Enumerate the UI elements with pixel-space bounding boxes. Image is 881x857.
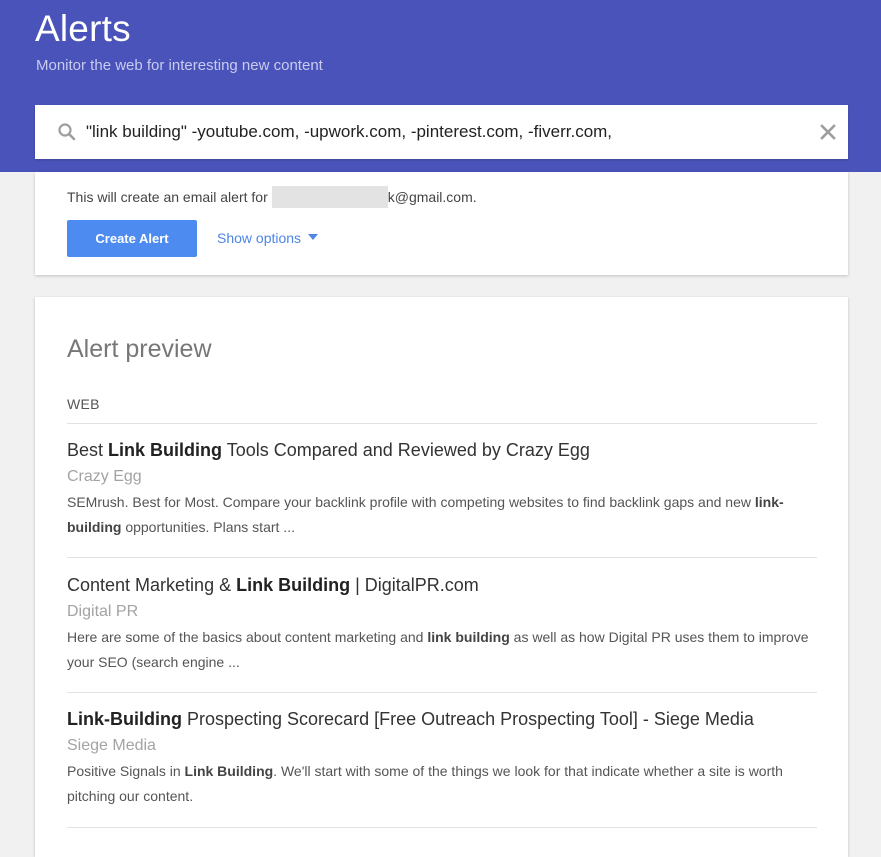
create-alert-card: This will create an email alert for k@gma… (35, 172, 848, 275)
text-fragment: Content Marketing & (67, 575, 237, 595)
caret-down-icon (308, 234, 319, 241)
divider (67, 423, 817, 424)
show-options-link[interactable]: Show options (217, 230, 319, 246)
text-fragment: Positive Signals in (67, 763, 185, 779)
divider (67, 827, 817, 828)
text-fragment: Tools Compared and Reviewed by Crazy Egg (222, 440, 590, 460)
text-fragment: Best (67, 440, 109, 460)
result-item: Content Marketing & Link Building | Digi… (67, 573, 817, 675)
text-fragment: | DigitalPR.com (350, 575, 479, 595)
highlighted-keyword: Link Building (236, 575, 351, 595)
result-title[interactable]: Content Marketing & Link Building | Digi… (67, 573, 817, 597)
result-snippet: Here are some of the basics about conten… (67, 625, 817, 675)
show-options-label: Show options (217, 230, 302, 246)
result-snippet: Positive Signals in Link Building. We'll… (67, 759, 817, 809)
text-fragment: opportunities. Plans start ... (121, 519, 295, 535)
result-source: Digital PR (67, 603, 139, 620)
result-source: Siege Media (67, 737, 156, 754)
create-alert-button[interactable]: Create Alert (67, 220, 197, 257)
close-icon[interactable] (818, 122, 838, 142)
result-source: Crazy Egg (67, 468, 142, 485)
text-fragment: SEMrush. Best for Most. Compare your bac… (67, 494, 755, 510)
highlighted-keyword: Link-Building (67, 709, 182, 729)
result-item: Link-Building Prospecting Scorecard [Fre… (67, 707, 817, 809)
app-subtitle: Monitor the web for interesting new cont… (36, 57, 323, 74)
app-title: Alerts (35, 8, 131, 49)
result-item: Best Link Building Tools Compared and Re… (67, 438, 817, 540)
highlighted-keyword: link building (427, 629, 510, 645)
result-title[interactable]: Link-Building Prospecting Scorecard [Fre… (67, 707, 817, 731)
divider (67, 557, 817, 558)
search-input[interactable] (86, 105, 806, 159)
email-notice-prefix: This will create an email alert for (67, 189, 268, 205)
redacted-email-block (271, 186, 388, 208)
divider (67, 692, 817, 693)
alert-preview-card: Alert preview WEB Best Link Building Too… (35, 297, 848, 857)
email-notice-suffix: k@gmail.com. (387, 189, 477, 205)
email-notice: This will create an email alert for k@gma… (67, 186, 477, 208)
section-label-web: WEB (67, 396, 100, 412)
text-fragment: Prospecting Scorecard [Free Outreach Pro… (181, 709, 754, 729)
text-fragment: Here are some of the basics about conten… (67, 629, 428, 645)
highlighted-keyword: Link Building (184, 763, 274, 779)
result-snippet: SEMrush. Best for Most. Compare your bac… (67, 490, 817, 540)
highlighted-keyword: Link Building (108, 440, 223, 460)
search-box (35, 105, 848, 159)
search-icon (58, 123, 76, 141)
preview-title: Alert preview (67, 335, 212, 363)
app-header: Alerts Monitor the web for interesting n… (0, 0, 881, 172)
result-title[interactable]: Best Link Building Tools Compared and Re… (67, 438, 817, 462)
